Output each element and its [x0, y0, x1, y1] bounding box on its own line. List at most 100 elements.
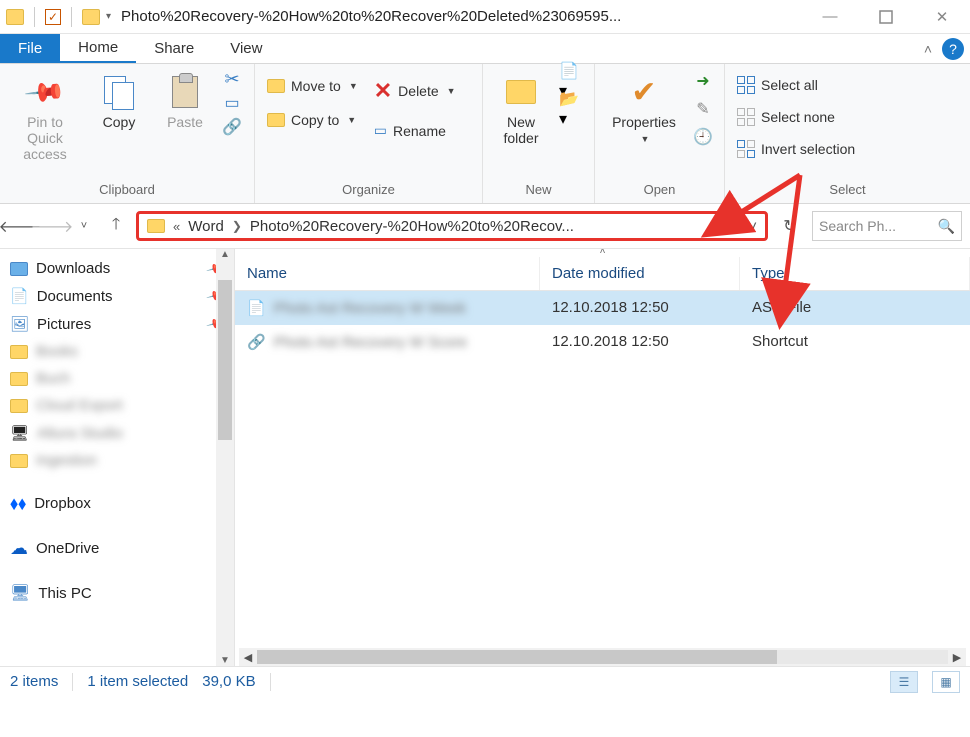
new-folder-button[interactable]: New folder [491, 70, 551, 146]
file-row[interactable]: 📄Photo Ast Recovery W Week 12.10.2018 12… [235, 291, 970, 325]
navigation-pane[interactable]: Downloads 📌 📄 Documents 📌 🖼 Pictures 📌 B… [0, 249, 235, 666]
sidebar-item-downloads[interactable]: Downloads 📌 [4, 255, 230, 282]
qat-dropdown-icon[interactable]: ▾ [106, 11, 111, 22]
rename-button[interactable]: ▭ Rename [370, 120, 460, 141]
sidebar-item[interactable]: Books [4, 338, 230, 365]
file-name: Photo Ast Recovery W Score [274, 334, 467, 351]
copy-path-icon[interactable]: ▭ [222, 94, 242, 112]
shortcut-icon: 🔗 [247, 333, 266, 351]
column-headers: Name Date modified Type [235, 257, 970, 291]
maximize-button[interactable] [858, 0, 914, 34]
content-area: Downloads 📌 📄 Documents 📌 🖼 Pictures 📌 B… [0, 248, 970, 666]
minimize-button[interactable]: — [802, 0, 858, 34]
file-row[interactable]: 🔗Photo Ast Recovery W Score 12.10.2018 1… [235, 325, 970, 359]
button-label: Properties [612, 114, 676, 130]
up-button[interactable]: 🡑 [104, 214, 128, 238]
tab-share[interactable]: Share [136, 34, 212, 63]
folder-icon [10, 372, 28, 386]
close-button[interactable]: ✕ [914, 0, 970, 34]
column-header-date[interactable]: Date modified [540, 257, 740, 290]
sidebar-item[interactable]: Ingestion [4, 447, 230, 474]
folder-icon [147, 219, 165, 233]
sidebar-item-pictures[interactable]: 🖼 Pictures 📌 [4, 310, 230, 338]
refresh-button[interactable]: ↻ [776, 212, 804, 240]
button-label: Paste [167, 114, 203, 130]
scroll-down-icon[interactable]: ▼ [220, 655, 230, 666]
sidebar-item[interactable]: Cloud Export [4, 392, 230, 419]
tab-view[interactable]: View [212, 34, 280, 63]
scrollbar-thumb[interactable] [218, 280, 232, 440]
ribbon-group-organize: Move to ▼ Copy to ▼ ✕ Delete ▼ ▭ Rename [255, 64, 483, 203]
sidebar-item-label: This PC [38, 585, 91, 602]
ribbon-group-clipboard: 📌 Pin to Quick access Copy Paste ✂ ▭ 🔗 C… [0, 64, 255, 203]
history-icon[interactable]: 🕘 [693, 128, 713, 146]
sidebar-item-onedrive[interactable]: ☁ OneDrive [4, 533, 230, 564]
delete-button[interactable]: ✕ Delete ▼ [370, 76, 460, 106]
collapse-ribbon-icon[interactable]: ˄ [924, 41, 932, 57]
button-label: Copy [103, 114, 136, 130]
button-label: Move to [291, 78, 341, 94]
sidebar-item-dropbox[interactable]: ⬧⬧ Dropbox [4, 488, 230, 519]
sidebar-scrollbar[interactable]: ▲ ▼ [216, 249, 234, 666]
recent-locations-button[interactable]: ˅ [72, 214, 96, 238]
address-bar[interactable]: « Word ❯ Photo%20Recovery-%20How%20to%20… [136, 211, 768, 241]
quick-access-toolbar: ✓ ▾ [0, 7, 117, 27]
sidebar-item-thispc[interactable]: 🖥 This PC [4, 578, 230, 608]
view-details-button[interactable]: ☰ [890, 671, 918, 693]
forward-button[interactable]: 🡒 [40, 214, 64, 238]
tab-home[interactable]: Home [60, 34, 136, 63]
file-date: 12.10.2018 12:50 [540, 295, 740, 321]
address-dropdown-icon[interactable]: ˅ [748, 218, 757, 235]
edit-icon[interactable]: ✎ [693, 100, 713, 118]
paste-shortcut-icon[interactable]: 🔗 [222, 118, 242, 136]
pin-to-quick-access-button[interactable]: 📌 Pin to Quick access [8, 70, 82, 162]
separator [34, 7, 35, 27]
file-name: Photo Ast Recovery W Week [274, 300, 466, 317]
folder-icon[interactable] [82, 9, 100, 25]
scroll-right-icon[interactable]: ▶ [948, 651, 966, 664]
horizontal-scrollbar[interactable]: ◀ ▶ [239, 648, 966, 666]
breadcrumb-segment[interactable]: Word [188, 218, 224, 235]
status-bar: 2 items 1 item selected 39,0 KB ☰ ▦ [0, 666, 970, 696]
scroll-up-icon[interactable]: ▲ [220, 249, 230, 260]
select-none-button[interactable]: Select none [733, 106, 859, 128]
chevron-down-icon: ▼ [447, 86, 456, 96]
column-header-name[interactable]: Name [235, 257, 540, 290]
copy-to-button[interactable]: Copy to ▼ [263, 110, 362, 130]
sidebar-item-documents[interactable]: 📄 Documents 📌 [4, 282, 230, 310]
sidebar-item-label: Downloads [36, 260, 110, 277]
back-button[interactable]: 🡐 [8, 214, 32, 238]
scroll-left-icon[interactable]: ◀ [239, 651, 257, 664]
select-all-button[interactable]: Select all [733, 74, 859, 96]
status-selection: 1 item selected [87, 673, 188, 690]
check-icon: ✔ [631, 75, 656, 110]
sidebar-item[interactable]: 🖥Altura Studio [4, 419, 230, 447]
search-input[interactable]: Search Ph... 🔍 [812, 211, 962, 241]
copy-button[interactable]: Copy [90, 70, 148, 130]
invert-selection-icon [737, 140, 755, 158]
sidebar-item[interactable]: Buch [4, 365, 230, 392]
ribbon: 📌 Pin to Quick access Copy Paste ✂ ▭ 🔗 C… [0, 64, 970, 204]
breadcrumb-segment[interactable]: Photo%20Recovery-%20How%20to%20Recov... [250, 218, 574, 235]
view-thumbnails-button[interactable]: ▦ [932, 671, 960, 693]
button-label: Pin to Quick access [8, 114, 82, 162]
easy-access-icon[interactable]: 📂▾ [559, 100, 579, 118]
new-item-icon[interactable]: 📄▾ [559, 72, 579, 90]
scrollbar-thumb[interactable] [257, 650, 777, 664]
chevron-right-icon[interactable]: ❯ [232, 219, 242, 233]
icon: 🖥 [10, 424, 29, 442]
cut-icon[interactable]: ✂ [222, 70, 242, 88]
move-to-button[interactable]: Move to ▼ [263, 76, 362, 96]
properties-button[interactable]: ✔ Properties ▼ [603, 70, 685, 144]
new-small-buttons: 📄▾ 📂▾ [559, 70, 579, 118]
open-icon[interactable]: ➜ [693, 72, 713, 90]
tab-file[interactable]: File [0, 34, 60, 63]
invert-selection-button[interactable]: Invert selection [733, 138, 859, 160]
overflow-chevron-icon[interactable]: « [173, 219, 180, 234]
paste-button[interactable]: Paste [156, 70, 214, 130]
properties-qat-icon[interactable]: ✓ [45, 9, 61, 25]
help-button[interactable]: ? [942, 38, 964, 60]
separator [71, 7, 72, 27]
button-label: Select none [761, 109, 835, 125]
column-header-type[interactable]: Type [740, 257, 970, 290]
